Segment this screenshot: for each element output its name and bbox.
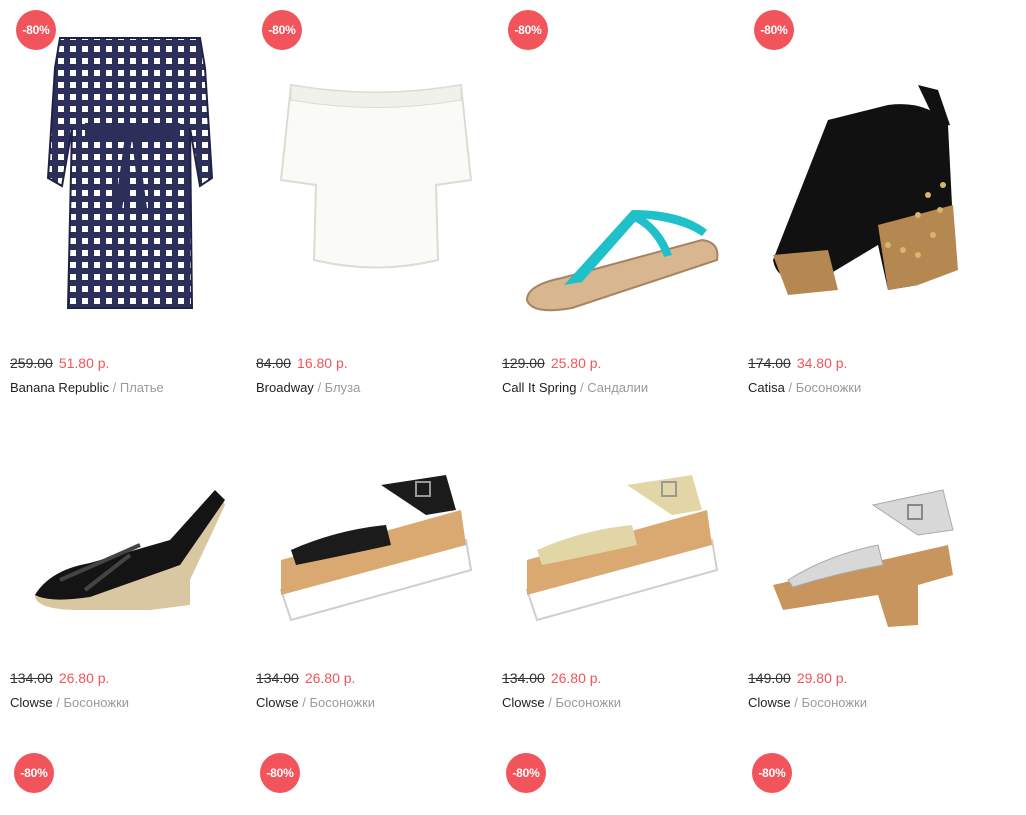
product-card[interactable]: 134.00 26.80 р. Clowse / Босоножки — [246, 440, 486, 740]
discount-badge: -80% — [506, 753, 546, 793]
category-label: / Босоножки — [56, 695, 130, 710]
product-image[interactable] — [30, 485, 230, 615]
new-price: 29.80 р. — [796, 670, 848, 686]
product-image[interactable] — [768, 85, 963, 310]
category-label: / Босоножки — [302, 695, 376, 710]
discount-badge: -80% — [260, 753, 300, 793]
product-card[interactable]: 134.00 26.80 р. Clowse / Босоножки — [0, 440, 240, 740]
old-price: 134.00 — [502, 670, 545, 686]
category-label: / Босоножки — [794, 695, 868, 710]
product-image[interactable] — [522, 470, 722, 630]
brand-link[interactable]: Clowse — [502, 695, 545, 710]
product-image[interactable] — [276, 470, 476, 630]
brand-link[interactable]: Clowse — [748, 695, 791, 710]
product-image[interactable] — [768, 485, 963, 635]
new-price: 51.80 р. — [58, 355, 110, 371]
product-card[interactable]: -80% 129.00 25.80 р. Call It Spring / Сан… — [492, 0, 732, 420]
product-image[interactable] — [276, 80, 476, 275]
discount-badge: -80% — [752, 753, 792, 793]
brand-link[interactable]: Clowse — [256, 695, 299, 710]
new-price: 25.80 р. — [550, 355, 602, 371]
product-card[interactable]: -80% — [0, 745, 240, 815]
old-price: 174.00 — [748, 355, 791, 371]
product-card[interactable]: -80% 84.00 16.80 р. Broadway / Блуза — [246, 0, 486, 420]
product-card[interactable]: -80% 174.00 34.80 р. Catisa / Босоножки — [738, 0, 978, 420]
category-label: / Блуза — [317, 380, 361, 395]
brand-link[interactable]: Clowse — [10, 695, 53, 710]
old-price: 84.00 — [256, 355, 292, 371]
product-card[interactable]: 134.00 26.80 р. Clowse / Босоножки — [492, 440, 732, 740]
brand-link[interactable]: Broadway — [256, 380, 314, 395]
old-price: 134.00 — [10, 670, 53, 686]
category-label: / Босоножки — [788, 380, 862, 395]
category-label: / Сандалии — [580, 380, 649, 395]
new-price: 26.80 р. — [58, 670, 110, 686]
category-label: / Платье — [112, 380, 164, 395]
new-price: 34.80 р. — [796, 355, 848, 371]
product-card[interactable]: -80% 259.00 51.80 р. Banana Republic / Пл… — [0, 0, 240, 420]
new-price: 26.80 р. — [304, 670, 356, 686]
product-card[interactable]: 149.00 29.80 р. Clowse / Босоножки — [738, 440, 978, 740]
old-price: 134.00 — [256, 670, 299, 686]
old-price: 129.00 — [502, 355, 545, 371]
product-card[interactable]: -80% — [246, 745, 486, 815]
old-price: 149.00 — [748, 670, 791, 686]
discount-badge: -80% — [262, 10, 302, 50]
brand-link[interactable]: Banana Republic — [10, 380, 109, 395]
new-price: 26.80 р. — [550, 670, 602, 686]
product-image[interactable] — [40, 28, 220, 318]
new-price: 16.80 р. — [297, 355, 348, 371]
product-image[interactable] — [522, 200, 722, 315]
category-label: / Босоножки — [548, 695, 622, 710]
brand-link[interactable]: Catisa — [748, 380, 785, 395]
brand-link[interactable]: Call It Spring — [502, 380, 576, 395]
old-price: 259.00 — [10, 355, 53, 371]
discount-badge: -80% — [754, 10, 794, 50]
product-card[interactable]: -80% — [492, 745, 732, 815]
discount-badge: -80% — [14, 753, 54, 793]
product-card[interactable]: -80% — [738, 745, 978, 815]
discount-badge: -80% — [508, 10, 548, 50]
